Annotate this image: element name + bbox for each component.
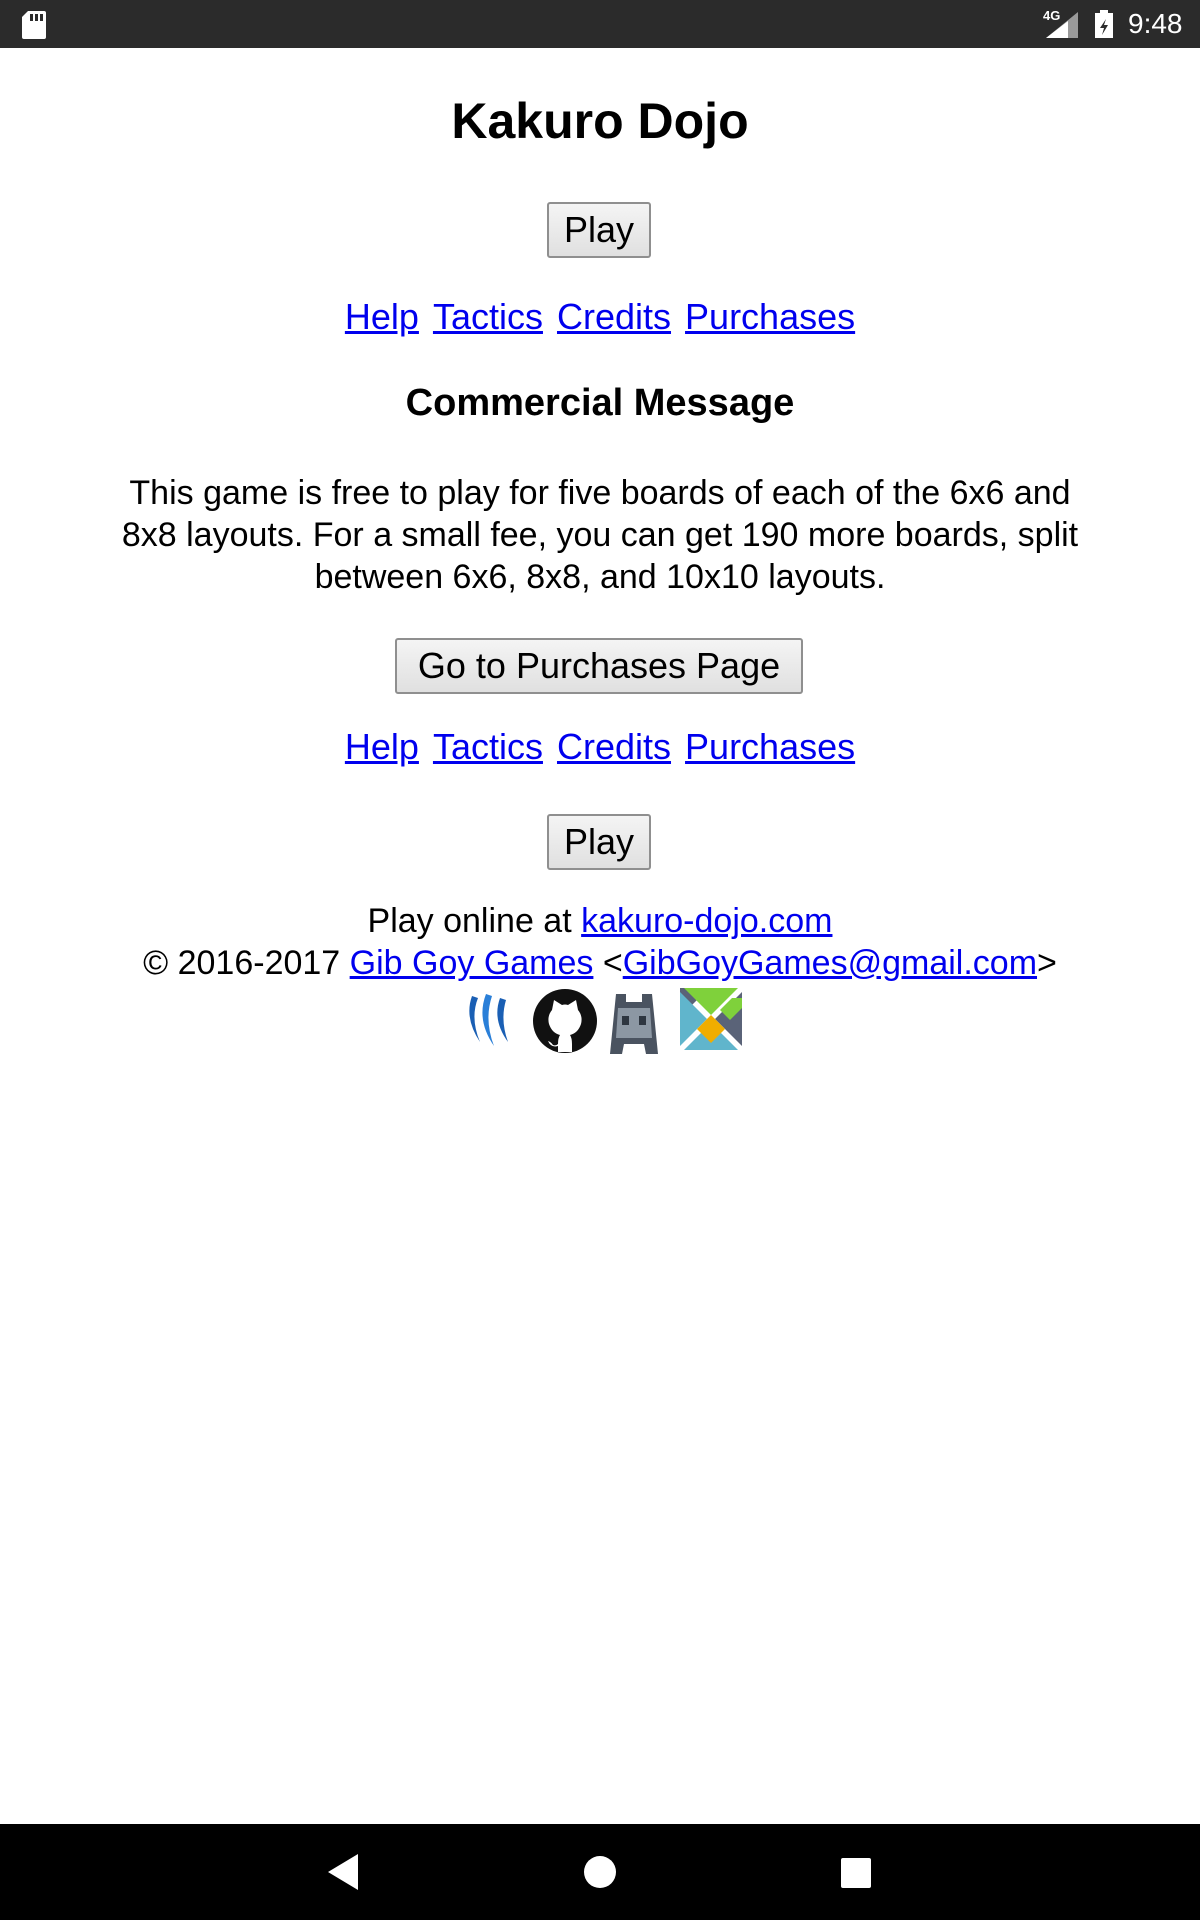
sd-card-icon	[22, 11, 46, 39]
clock: 9:48	[1128, 8, 1183, 39]
copyright-line: © 2016-2017 Gib Goy Games <GibGoyGames@g…	[0, 942, 1200, 984]
status-bar: 4G 9:48	[0, 0, 1200, 48]
credits-link[interactable]: Credits	[557, 726, 671, 767]
help-link[interactable]: Help	[345, 726, 419, 767]
play-button-top[interactable]: Play	[547, 202, 651, 258]
play-online-line: Play online at kakuro-dojo.com	[0, 900, 1200, 942]
github-icon[interactable]	[532, 988, 597, 1054]
nav-links-bottom: Help Tactics Credits Purchases	[0, 726, 1200, 768]
commercial-heading: Commercial Message	[405, 382, 795, 424]
navigation-bar	[0, 1824, 1200, 1920]
email-open-bracket: <	[593, 944, 623, 982]
tactics-link[interactable]: Tactics	[433, 726, 543, 767]
commercial-message: This game is free to play for five board…	[121, 474, 1079, 596]
help-link[interactable]: Help	[345, 296, 419, 337]
copyright-text: © 2016-2017	[143, 944, 350, 982]
home-icon[interactable]	[584, 1856, 616, 1893]
recents-icon[interactable]	[841, 1858, 871, 1893]
tech-logos	[462, 988, 742, 1054]
back-icon[interactable]	[328, 1854, 358, 1895]
email-close-bracket: >	[1037, 944, 1057, 982]
tactics-link[interactable]: Tactics	[433, 296, 543, 337]
footer: Play online at kakuro-dojo.com © 2016-20…	[0, 900, 1200, 984]
play-button-bottom[interactable]: Play	[547, 814, 651, 870]
email-link[interactable]: GibGoyGames@gmail.com	[623, 944, 1037, 982]
play-online-label: Play online at	[367, 902, 582, 940]
purchases-link[interactable]: Purchases	[685, 296, 855, 337]
credits-link[interactable]: Credits	[557, 296, 671, 337]
elm-icon[interactable]	[680, 988, 742, 1054]
go-to-purchases-button[interactable]: Go to Purchases Page	[395, 638, 803, 694]
page-title: Kakuro Dojo	[451, 93, 749, 149]
cordova-icon[interactable]	[602, 988, 664, 1054]
site-link[interactable]: kakuro-dojo.com	[581, 902, 832, 940]
purchases-link[interactable]: Purchases	[685, 726, 855, 767]
battery-icon	[1095, 10, 1113, 38]
signal-icon	[1046, 12, 1078, 38]
nav-links-top: Help Tactics Credits Purchases	[0, 296, 1200, 338]
company-link[interactable]: Gib Goy Games	[350, 944, 594, 982]
steem-icon[interactable]	[462, 988, 524, 1054]
